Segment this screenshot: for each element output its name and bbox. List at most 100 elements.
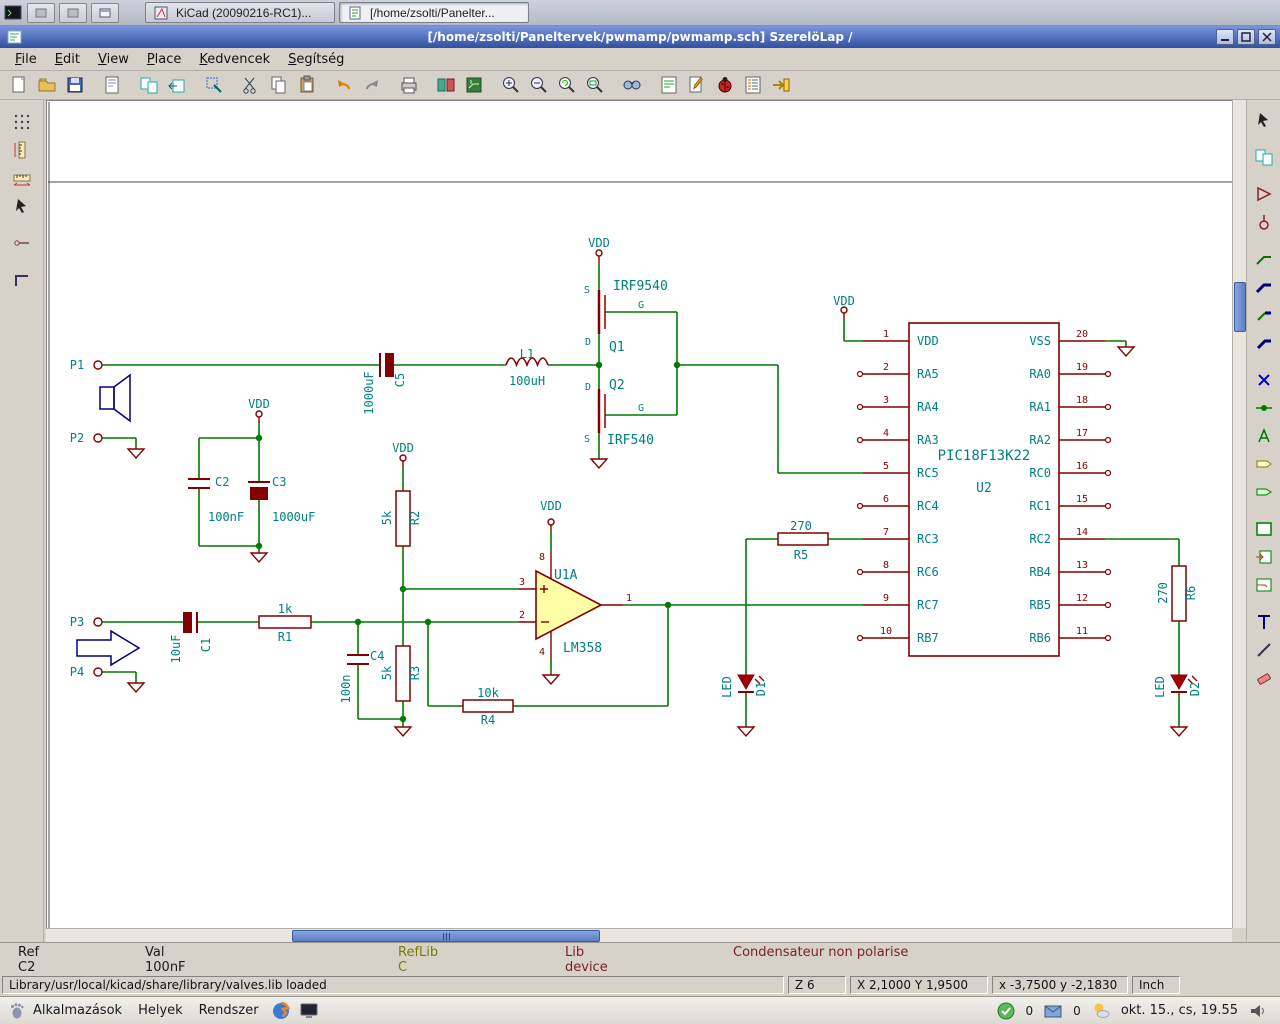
component-u1a[interactable]: 3 2 1 8 4 U1A LM358 [518,552,632,660]
l1-val-label[interactable]: 100uH [509,374,545,388]
maximize-button[interactable] [1237,29,1255,45]
redo-button[interactable] [359,72,385,98]
terminal-monitor-icon[interactable] [298,1000,320,1022]
component-r2[interactable]: 5k R2 [380,490,422,547]
component-q2[interactable]: Q2 IRF540 D G S [584,378,654,448]
r2-val-label[interactable]: 5k [380,510,394,525]
component-p1[interactable]: P1 [70,358,103,372]
q1-ref-label[interactable]: Q1 [609,340,625,355]
c3-ref-label[interactable]: C3 [272,475,286,489]
component-p2[interactable]: P2 [70,431,103,445]
copy-block-button[interactable] [201,72,227,98]
vdd-label[interactable]: VDD [392,441,414,455]
menu-view[interactable]: View [89,50,138,69]
component-c3[interactable]: C3 1000uF [248,475,315,524]
r3-ref-label[interactable]: R3 [408,666,422,680]
print-button[interactable] [396,72,422,98]
c4-ref-label[interactable]: C4 [370,649,384,663]
hierarchy-tool-button[interactable] [1251,144,1277,170]
run-cvpcb-button[interactable] [433,72,459,98]
menu-favourites[interactable]: Kedvencek [190,50,279,69]
minimize-button[interactable] [1216,29,1234,45]
hidden-pins-button[interactable] [9,230,35,256]
c1-ref-label[interactable]: C1 [199,638,213,652]
r4-ref-label[interactable]: R4 [481,713,495,727]
leave-sheet-button[interactable] [164,72,190,98]
vertical-scrollbar[interactable] [1232,100,1246,928]
component-c2[interactable]: C2 100nF [188,475,244,524]
place-power-button[interactable] [1251,209,1277,235]
zoom-in-button[interactable] [498,72,524,98]
arrow-drawing[interactable] [76,629,141,667]
c5-ref-label[interactable]: C5 [393,373,407,387]
new-schematic-button[interactable] [6,72,32,98]
units-mm-button[interactable] [9,165,35,191]
close-button[interactable] [1258,29,1276,45]
d2-val-label[interactable]: LED [1153,676,1167,698]
u1a-val-label[interactable]: LM358 [563,641,602,656]
d1-ref-label[interactable]: D1 [754,682,768,696]
hierarchical-label-button[interactable] [1251,479,1277,505]
system-menu[interactable]: Rendszer [191,997,267,1024]
c2-val-label[interactable]: 100nF [208,510,244,524]
place-text-button[interactable] [1251,609,1277,635]
net-label-button[interactable] [1251,423,1277,449]
undo-button[interactable] [331,72,357,98]
r6-val-label[interactable]: 270 [1156,582,1170,604]
component-q1[interactable]: IRF9540 Q1 S G D [584,279,668,355]
zoom-out-button[interactable] [526,72,552,98]
backannotate-button[interactable] [768,72,794,98]
c5-val-label[interactable]: 1000uF [362,371,376,414]
r3-val-label[interactable]: 5k [380,665,394,680]
import-sheet-pin-button[interactable] [1251,544,1277,570]
component-r6[interactable]: 270 R6 [1156,565,1198,622]
r5-val-label[interactable]: 270 [790,519,812,533]
window-button-2[interactable] [59,2,87,23]
netlist-button[interactable] [656,72,682,98]
c4-val-label[interactable]: 100n [339,675,353,704]
window-button-3[interactable] [91,2,119,23]
menu-place[interactable]: Place [138,50,191,69]
zoom-fit-button[interactable] [582,72,608,98]
vertical-scrollbar-thumb[interactable] [1234,282,1246,332]
d2-ref-label[interactable]: D2 [1188,682,1202,696]
menu-file[interactable]: File [6,50,46,69]
delete-item-button[interactable] [1251,665,1277,691]
bom-button[interactable] [740,72,766,98]
window-button-1[interactable] [27,2,55,23]
q1-val-label[interactable]: IRF9540 [613,279,668,294]
place-sheet-pin-button[interactable] [1251,572,1277,598]
annotate-button[interactable] [684,72,710,98]
component-r1[interactable]: 1k R1 [258,602,312,644]
place-wire-button[interactable] [1251,246,1277,272]
place-bus-button[interactable] [1251,274,1277,300]
menu-edit[interactable]: Edit [46,50,89,69]
u2-ref-label[interactable]: U2 [976,481,992,496]
l1-ref-label[interactable]: L1 [520,347,534,361]
component-r5[interactable]: 270 R5 [777,519,829,562]
clock-applet[interactable]: okt. 15., cs, 19.55 [1121,1003,1238,1018]
erc-button[interactable] [712,72,738,98]
hv-orientation-button[interactable] [9,267,35,293]
vdd-label[interactable]: VDD [540,499,562,513]
r6-ref-label[interactable]: R6 [1184,586,1198,600]
copy-button[interactable] [266,72,292,98]
page-settings-button[interactable] [99,72,125,98]
r1-ref-label[interactable]: R1 [278,630,292,644]
place-line-button[interactable] [1251,637,1277,663]
run-pcbnew-button[interactable] [461,72,487,98]
place-component-button[interactable] [1251,181,1277,207]
u1a-ref-label[interactable]: U1A [554,568,578,583]
horizontal-scrollbar-thumb[interactable] [292,930,600,942]
wire-to-bus-entry-button[interactable] [1251,302,1277,328]
component-d1[interactable]: LED D1 [720,674,768,698]
speaker-drawing[interactable] [99,373,131,423]
c3-val-label[interactable]: 1000uF [272,510,315,524]
component-p4[interactable]: P4 [70,665,103,679]
p1-ref-label[interactable]: P1 [70,358,84,372]
browser-launcher-icon[interactable] [270,1000,292,1022]
cursor-tool-button[interactable] [1251,107,1277,133]
cursor-shape-button[interactable] [9,193,35,219]
paste-button[interactable] [294,72,320,98]
bus-to-bus-entry-button[interactable] [1251,330,1277,356]
